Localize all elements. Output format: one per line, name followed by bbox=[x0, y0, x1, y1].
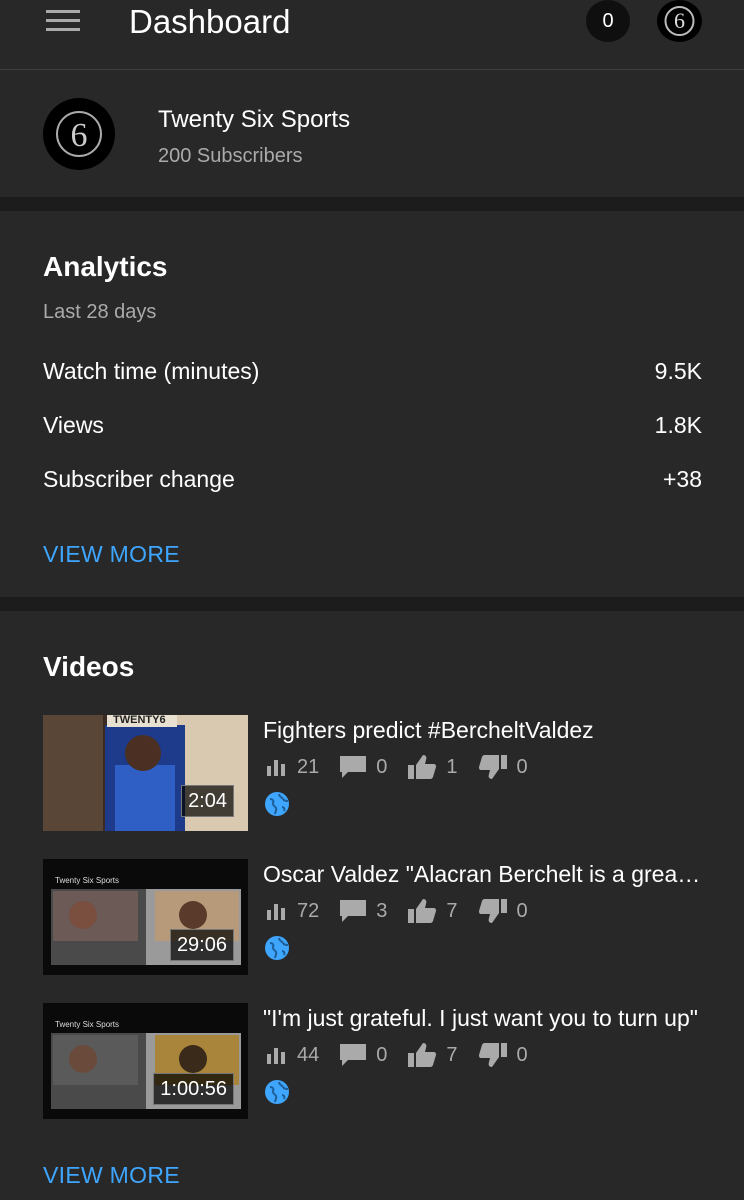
dislikes-count: 0 bbox=[516, 755, 528, 778]
likes-count: 1 bbox=[446, 755, 458, 778]
app-bar: Dashboard 0 6 bbox=[0, 0, 744, 70]
comments-stat: 0 bbox=[340, 756, 387, 779]
likes-stat: 7 bbox=[408, 899, 458, 923]
video-item[interactable]: Twenty Six Sports 1:00:56 "I'm just grat… bbox=[43, 1003, 703, 1119]
likes-count: 7 bbox=[446, 899, 458, 922]
metric-value: +38 bbox=[662, 465, 702, 492]
video-title[interactable]: Fighters predict #BercheltValdez bbox=[263, 715, 703, 745]
metric-label: Watch time (minutes) bbox=[43, 357, 260, 384]
views-stat: 44 bbox=[267, 1044, 319, 1067]
svg-text:6: 6 bbox=[71, 117, 88, 154]
video-duration: 2:04 bbox=[181, 785, 234, 817]
metric-label: Views bbox=[43, 411, 104, 438]
video-thumbnail[interactable]: Twenty Six Sports 1:00:56 bbox=[43, 1003, 248, 1119]
videos-title: Videos bbox=[43, 651, 135, 682]
video-thumbnail[interactable]: Twenty Six Sports 29:06 bbox=[43, 859, 248, 975]
dislikes-count: 0 bbox=[516, 899, 528, 922]
metric-value: 9.5K bbox=[654, 357, 702, 384]
metric-value: 1.8K bbox=[654, 411, 702, 438]
thumbs-up-icon bbox=[408, 899, 437, 923]
thumbnail-watermark: Twenty Six Sports bbox=[55, 1020, 120, 1029]
comments-count: 3 bbox=[376, 899, 388, 922]
comment-icon bbox=[340, 900, 367, 922]
views-stat: 21 bbox=[267, 756, 319, 779]
bar-chart-icon bbox=[267, 1048, 285, 1064]
notifications-count-badge[interactable]: 0 bbox=[586, 0, 630, 42]
likes-count: 7 bbox=[446, 1043, 458, 1066]
views-stat: 72 bbox=[267, 900, 319, 923]
video-title[interactable]: "I'm just grateful. I just want you to t… bbox=[263, 1003, 703, 1033]
video-stats: 44 0 7 0 bbox=[267, 1042, 549, 1068]
analytics-period: Last 28 days bbox=[43, 301, 157, 323]
comments-count: 0 bbox=[376, 1043, 388, 1066]
videos-view-more-link[interactable]: VIEW MORE bbox=[43, 1162, 180, 1189]
views-count: 44 bbox=[297, 1043, 320, 1066]
video-stats: 72 3 7 0 bbox=[267, 898, 549, 924]
channel-avatar[interactable]: 6 bbox=[43, 98, 115, 170]
analytics-title: Analytics bbox=[43, 251, 168, 282]
public-globe-icon bbox=[265, 792, 289, 816]
video-title[interactable]: Oscar Valdez "Alacran Berchelt is a grea… bbox=[263, 859, 703, 889]
videos-card: Videos TWENTY6 2:04 Fighters predict #Be… bbox=[0, 611, 744, 1200]
comments-stat: 3 bbox=[340, 900, 387, 923]
metric-views[interactable]: Views 1.8K bbox=[43, 410, 702, 440]
likes-stat: 1 bbox=[408, 755, 458, 779]
bar-chart-icon bbox=[267, 760, 285, 776]
metric-watch-time[interactable]: Watch time (minutes) 9.5K bbox=[43, 356, 702, 386]
public-globe-icon bbox=[265, 1080, 289, 1104]
thumbnail-watermark: TWENTY6 bbox=[113, 715, 166, 726]
video-item[interactable]: TWENTY6 2:04 Fighters predict #BercheltV… bbox=[43, 715, 703, 831]
thumbs-down-icon bbox=[478, 899, 507, 923]
svg-text:6: 6 bbox=[674, 8, 685, 33]
channel-name[interactable]: Twenty Six Sports bbox=[158, 105, 350, 135]
dislikes-count: 0 bbox=[516, 1043, 528, 1066]
account-avatar[interactable]: 6 bbox=[657, 0, 702, 42]
video-stats: 21 0 1 0 bbox=[267, 754, 549, 780]
section-divider bbox=[0, 197, 744, 211]
video-duration: 1:00:56 bbox=[153, 1073, 234, 1105]
comments-count: 0 bbox=[376, 755, 388, 778]
thumbs-down-icon bbox=[478, 755, 507, 779]
subscriber-count: 200 Subscribers bbox=[158, 145, 303, 167]
views-count: 72 bbox=[297, 899, 320, 922]
dislikes-stat: 0 bbox=[478, 755, 528, 779]
channel-header: 6 Twenty Six Sports 200 Subscribers bbox=[0, 71, 744, 197]
comment-icon bbox=[340, 756, 367, 778]
metric-label: Subscriber change bbox=[43, 465, 235, 492]
video-item[interactable]: Twenty Six Sports 29:06 Oscar Valdez "Al… bbox=[43, 859, 703, 975]
comment-icon bbox=[340, 1044, 367, 1066]
public-globe-icon bbox=[265, 936, 289, 960]
hamburger-menu-icon[interactable] bbox=[46, 10, 82, 34]
thumbs-up-icon bbox=[408, 1043, 437, 1067]
dislikes-stat: 0 bbox=[478, 899, 528, 923]
page-title: Dashboard bbox=[129, 3, 291, 40]
thumbnail-watermark: Twenty Six Sports bbox=[55, 876, 120, 885]
thumbs-down-icon bbox=[478, 1043, 507, 1067]
likes-stat: 7 bbox=[408, 1043, 458, 1067]
section-divider bbox=[0, 597, 744, 611]
comments-stat: 0 bbox=[340, 1044, 387, 1067]
analytics-view-more-link[interactable]: VIEW MORE bbox=[43, 541, 180, 568]
metric-subscriber-change[interactable]: Subscriber change +38 bbox=[43, 464, 702, 494]
video-thumbnail[interactable]: TWENTY6 2:04 bbox=[43, 715, 248, 831]
bar-chart-icon bbox=[267, 904, 285, 920]
thumbs-up-icon bbox=[408, 755, 437, 779]
dislikes-stat: 0 bbox=[478, 1043, 528, 1067]
views-count: 21 bbox=[297, 755, 320, 778]
video-duration: 29:06 bbox=[169, 929, 234, 961]
analytics-card: Analytics Last 28 days Watch time (minut… bbox=[0, 211, 744, 597]
